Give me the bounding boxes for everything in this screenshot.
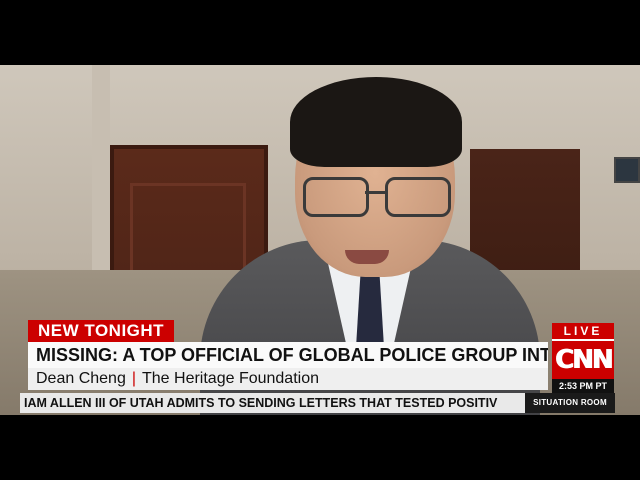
broadcast-clock: 2:53 PM PT: [552, 379, 614, 393]
live-label: LIVE: [552, 323, 614, 339]
glasses-lens-left: [303, 177, 369, 217]
hair: [290, 77, 462, 167]
guest-affiliation: The Heritage Foundation: [142, 370, 319, 387]
guest-separator: |: [131, 370, 136, 387]
guest-name: Dean Cheng: [36, 370, 126, 387]
wall-picture: [614, 157, 640, 183]
headline-banner: MISSING: A TOP OFFICIAL OF GLOBAL POLICE…: [28, 342, 548, 368]
glasses-bridge: [365, 191, 385, 194]
glasses-lens-right: [385, 177, 451, 217]
glasses: [303, 177, 451, 217]
news-ticker: IAM ALLEN III OF UTAH ADMITS TO SENDING …: [20, 393, 525, 413]
live-badge: LIVE CNN: [552, 323, 614, 379]
cnn-logo-text: CNN: [554, 345, 614, 375]
new-tonight-tag: NEW TONIGHT: [28, 320, 175, 342]
guest-banner: Dean Cheng | The Heritage Foundation: [28, 368, 548, 390]
cnn-logo-icon: CNN: [552, 339, 614, 379]
show-name: SITUATION ROOM: [525, 393, 615, 413]
